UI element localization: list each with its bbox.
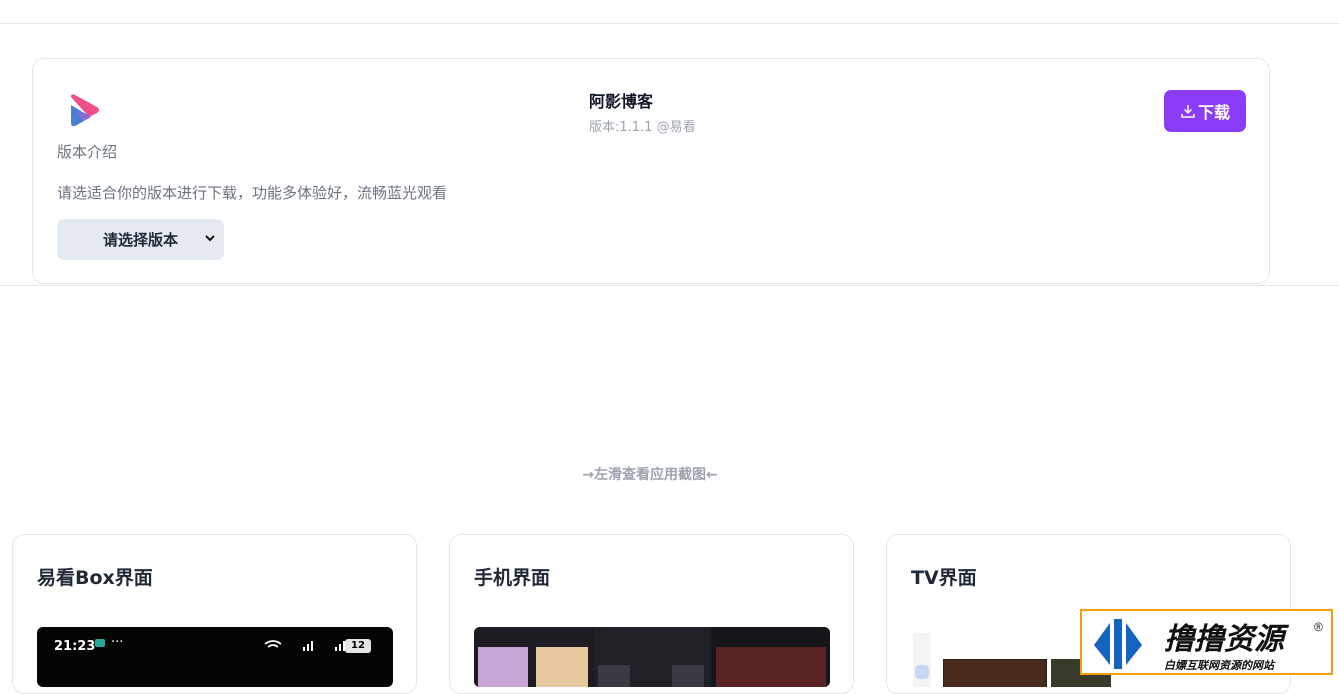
screenshot-image: 21:23 ··· 12 — [37, 627, 393, 687]
screenshot-title: 易看Box界面 — [37, 567, 153, 589]
screenshot-image — [474, 627, 830, 687]
download-icon — [1181, 105, 1195, 118]
svg-text:白嫖互联网资源的网站: 白嫖互联网资源的网站 — [1164, 659, 1276, 672]
download-label: 下载 — [1197, 103, 1230, 122]
version-intro-label: 版本介绍 — [57, 143, 118, 161]
app-download-card: 版本介绍 请选适合你的版本进行下载，功能多体验好，流畅蓝光观看 请选择版本 阿影… — [32, 58, 1270, 284]
svg-text:®: ® — [1314, 620, 1323, 634]
phone-panel-home — [474, 627, 592, 687]
app-name: 阿影博客 — [589, 92, 654, 111]
chevron-down-icon — [205, 235, 215, 242]
screenshot-card-box[interactable]: 易看Box界面 21:23 ··· 12 — [12, 534, 417, 694]
watermark-logo: 撸撸资源 ® 白嫖互联网资源的网站 — [1080, 609, 1333, 675]
app-logo-icon — [71, 94, 99, 127]
app-version: 版本:1.1.1 @易看 — [589, 120, 696, 135]
phone-panel-player — [712, 627, 830, 687]
top-divider — [0, 23, 1339, 24]
battery-icon: 12 — [345, 639, 371, 653]
watermark-icon — [1094, 619, 1142, 669]
version-intro-text: 请选适合你的版本进行下载，功能多体验好，流畅蓝光观看 — [57, 184, 448, 202]
more-icon: ··· — [111, 635, 124, 650]
status-time: 21:23 — [54, 639, 96, 654]
svg-text:撸撸资源: 撸撸资源 — [1164, 623, 1290, 656]
screenshot-title: TV界面 — [911, 567, 977, 589]
version-select-value: 请选择版本 — [102, 231, 178, 249]
screenshot-title: 手机界面 — [474, 567, 551, 589]
version-select[interactable]: 请选择版本 — [57, 219, 224, 260]
watermark-wordmark: 撸撸资源 ® 白嫖互联网资源的网站 — [1164, 620, 1323, 672]
screenshot-card-phone[interactable]: 手机界面 — [449, 534, 854, 694]
download-button[interactable]: 下载 — [1164, 90, 1246, 132]
swipe-hint: →左滑查看应用截图← — [582, 467, 718, 483]
section-divider — [0, 285, 1339, 286]
notification-icon — [95, 639, 105, 647]
phone-panel-list — [594, 627, 710, 687]
